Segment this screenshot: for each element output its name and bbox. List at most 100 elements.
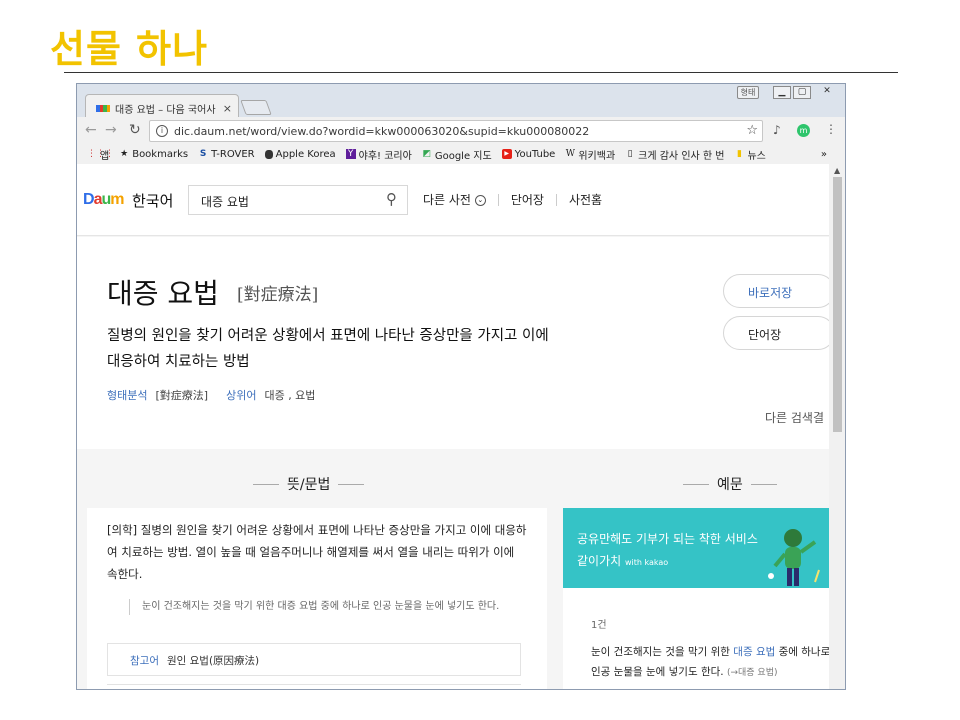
- bookmark-apps[interactable]: ⋮⋮⋮ 앱: [87, 147, 114, 162]
- ad-brand-tag: with kakao: [625, 558, 669, 567]
- extension-icon[interactable]: ♪: [773, 123, 781, 137]
- nav-dictionary-home[interactable]: 사전홈: [569, 191, 602, 208]
- ad-banner[interactable]: 공유만해도 기부가 되는 착한 서비스 같이가치 with kakao: [563, 508, 829, 588]
- dictionary-name[interactable]: 한국어: [132, 190, 173, 211]
- logo-letter: m: [110, 191, 124, 208]
- yahoo-icon: Y: [345, 149, 356, 159]
- nav-wordbook[interactable]: 단어장: [511, 191, 544, 208]
- bookmarks-bar: ⋮⋮⋮ 앱 ★ Bookmarks S T-ROVER Apple Korea Y 야후…: [77, 145, 845, 163]
- back-arrow-icon[interactable]: ←: [85, 122, 97, 138]
- definition-text: [의학] 질병의 원인을 찾기 어려운 상황에서 표면에 나타난 증상만을 가지…: [107, 523, 527, 581]
- youtube-icon: ▶: [501, 149, 512, 159]
- minimize-button[interactable]: ▁: [773, 86, 791, 99]
- browser-menu-icon[interactable]: ⋮: [825, 122, 837, 136]
- wikipedia-icon: W: [565, 149, 575, 159]
- examples-section-title: 예문: [683, 474, 777, 494]
- ad-headline: 공유만해도 기부가 되는 착한 서비스: [577, 532, 758, 546]
- bookmark-label: Google 지도: [434, 150, 492, 162]
- search-input[interactable]: 대증 요법 ⚲: [188, 185, 408, 215]
- daum-favicon-icon: [96, 104, 110, 112]
- new-tab-button[interactable]: [240, 100, 272, 115]
- example-source[interactable]: (→대증 요법): [727, 668, 778, 678]
- bookmark-bookmarks[interactable]: ★ Bookmarks: [119, 149, 188, 160]
- page-icon: ▯: [627, 149, 633, 159]
- close-window-button[interactable]: ✕: [813, 86, 841, 99]
- star-icon: ★: [120, 149, 129, 159]
- divider: [750, 483, 777, 485]
- other-search-link[interactable]: 다른 검색결: [765, 409, 824, 426]
- tab-title: 대증 요법 – 다음 국어사: [115, 104, 216, 116]
- section-label: 예문: [717, 477, 743, 493]
- scroll-thumb[interactable]: [833, 177, 842, 432]
- slide-title: 선물 하나: [50, 27, 209, 71]
- divider: [683, 483, 709, 485]
- example-sentence: 눈이 건조해지는 것을 막기 위한 대증 요법 중에 하나로 인공 눈물을 눈에…: [591, 642, 829, 683]
- reload-icon[interactable]: ↻: [129, 122, 141, 138]
- bookmark-label: 위키백과: [578, 150, 616, 162]
- browser-tab[interactable]: 대증 요법 – 다음 국어사 ×: [85, 94, 239, 117]
- profile-avatar-icon[interactable]: m: [797, 124, 810, 137]
- browser-toolbar: ← → ↻ i dic.daum.net/word/view.do?wordid…: [77, 117, 845, 145]
- bookmark-wikipedia[interactable]: W 위키백과: [565, 147, 615, 162]
- slide-divider: [64, 72, 898, 73]
- daum-logo[interactable]: Daum: [83, 191, 125, 209]
- bookmark-yahoo-korea[interactable]: Y 야후! 코리아: [345, 147, 412, 162]
- hypernym-value: 대증 , 요법: [264, 389, 316, 402]
- tab-close-icon[interactable]: ×: [223, 102, 232, 115]
- morph-analysis-value: [對症療法]: [155, 389, 209, 402]
- address-bar[interactable]: i dic.daum.net/word/view.do?wordid=kkw00…: [149, 120, 763, 142]
- apps-grid-icon: ⋮⋮⋮: [87, 149, 114, 159]
- bookmark-label: T-ROVER: [211, 148, 255, 160]
- maximize-button[interactable]: ▢: [793, 86, 811, 99]
- logo-letter: u: [101, 191, 111, 208]
- bookmark-label: Apple Korea: [275, 148, 336, 160]
- word-meaning: 질병의 원인을 찾기 어려운 상황에서 표면에 나타난 증상만을 가지고 이에 …: [107, 328, 549, 370]
- header-nav: 다른 사전 ⌄ 단어장 사전홈: [423, 191, 602, 208]
- site-header: Daum 한국어 대증 요법 ⚲ 다른 사전 ⌄ 단어장 사전홈: [77, 164, 829, 236]
- user-profile-button[interactable]: 형태: [737, 86, 759, 99]
- t-rover-icon: S: [199, 149, 207, 159]
- reference-label[interactable]: 참고어: [130, 653, 159, 675]
- bookmark-t-rover[interactable]: S T-ROVER: [198, 149, 255, 160]
- section-label: 뜻/문법: [287, 477, 331, 493]
- url-text: dic.daum.net/word/view.do?wordid=kkw0000…: [174, 124, 590, 138]
- chevron-down-icon: ⌄: [474, 195, 486, 206]
- nav-other-dictionaries[interactable]: 다른 사전 ⌄: [423, 191, 486, 208]
- divider: [338, 483, 365, 485]
- example-count: 1건: [591, 620, 607, 631]
- page-content: Daum 한국어 대증 요법 ⚲ 다른 사전 ⌄ 단어장 사전홈 대증 요법 […: [77, 164, 829, 689]
- reference-box: 참고어 원인 요법(原因療法): [107, 643, 521, 676]
- info-icon[interactable]: i: [156, 125, 168, 137]
- scrollbar[interactable]: ▲: [829, 164, 845, 689]
- more-bookmarks-icon[interactable]: »: [821, 149, 827, 160]
- hanja: [對症療法]: [237, 285, 319, 305]
- forward-arrow-icon[interactable]: →: [105, 122, 117, 138]
- bookmark-news[interactable]: ▮ 뉴스: [734, 147, 766, 162]
- hypernym-link[interactable]: 상위어: [226, 387, 256, 403]
- quick-save-button[interactable]: 바로저장: [723, 274, 829, 308]
- bookmark-apple-korea[interactable]: Apple Korea: [264, 148, 336, 160]
- bookmark-label: 뉴스: [747, 150, 766, 162]
- nav-label: 다른 사전: [423, 193, 471, 207]
- bookmark-star-icon[interactable]: ☆: [746, 123, 758, 138]
- google-maps-icon: ◩: [422, 149, 432, 159]
- word-meta: 형태분석 [對症療法] 상위어 대증 , 요법: [107, 387, 315, 403]
- search-icon[interactable]: ⚲: [386, 190, 397, 208]
- bookmark-youtube[interactable]: ▶ YouTube: [501, 149, 555, 160]
- wordbook-button[interactable]: 단어장: [723, 316, 829, 350]
- definition-example: 눈이 건조해지는 것을 막기 위한 대증 요법 중에 하나로 인공 눈물을 눈에…: [129, 599, 529, 615]
- divider: [555, 193, 557, 206]
- headword: 대증 요법: [107, 277, 219, 310]
- bookmark-label: 야후! 코리아: [358, 150, 412, 162]
- definition-card: [의학] 질병의 원인을 찾기 어려운 상황에서 표면에 나타난 증상만을 가지…: [87, 508, 547, 689]
- scroll-up-icon[interactable]: ▲: [834, 166, 840, 175]
- search-value: 대증 요법: [201, 195, 249, 209]
- folder-icon: ▮: [737, 149, 742, 159]
- bookmark-thanks[interactable]: ▯ 크게 감사 인사 한 번: [625, 147, 725, 162]
- divider: [497, 193, 499, 206]
- character-illustration-icon: [768, 529, 820, 586]
- bookmark-google-maps[interactable]: ◩ Google 지도: [422, 147, 492, 162]
- reference-value[interactable]: 원인 요법(原因療法): [167, 653, 259, 675]
- morph-analysis-link[interactable]: 형태분석: [107, 387, 147, 403]
- example-highlight[interactable]: 대증 요법: [733, 646, 775, 658]
